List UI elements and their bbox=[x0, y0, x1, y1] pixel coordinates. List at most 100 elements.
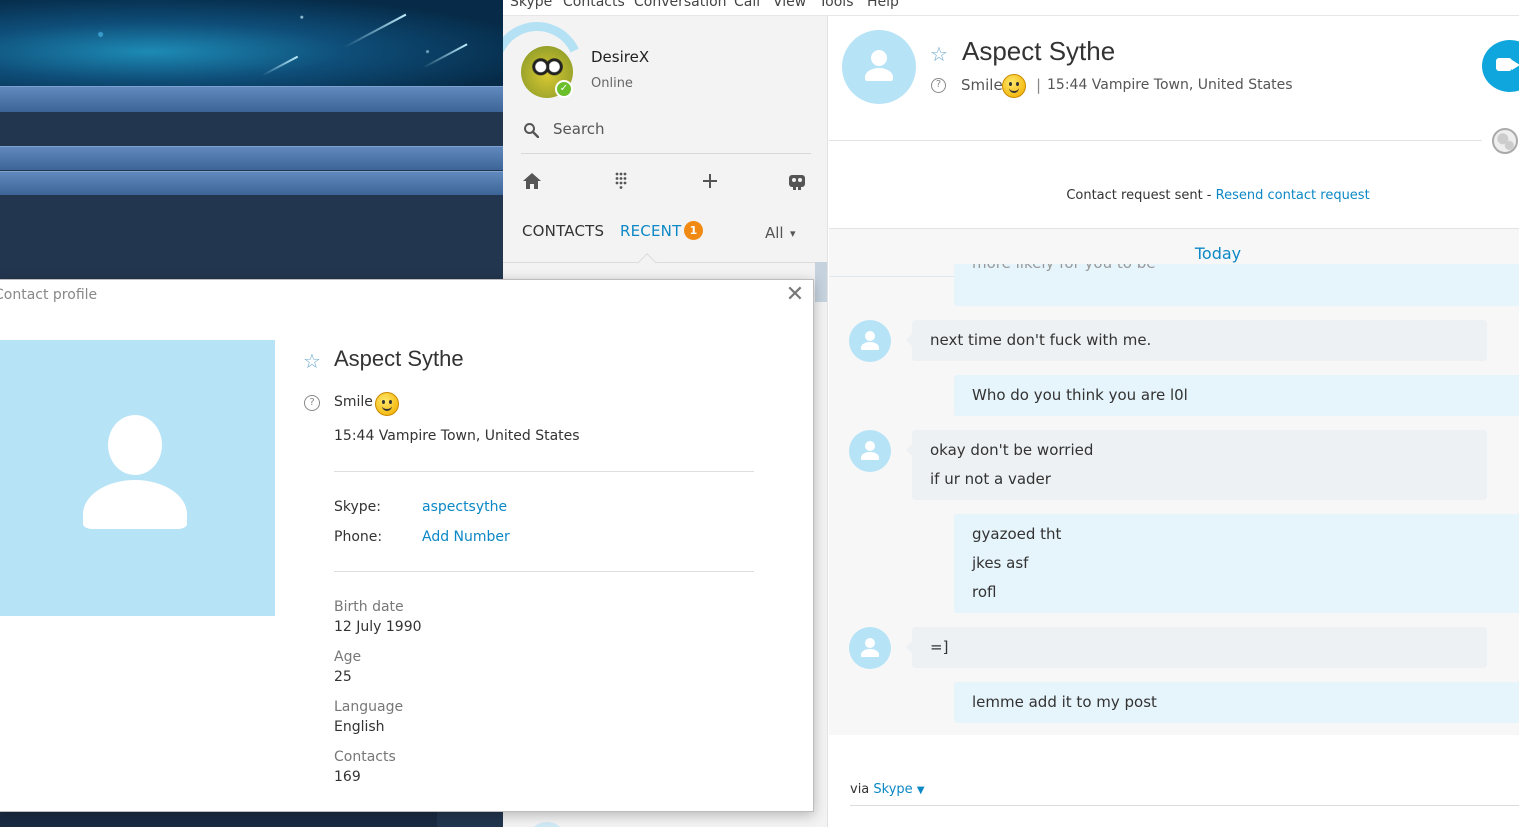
outgoing-message[interactable]: lemme add it to my post bbox=[954, 682, 1519, 723]
search-icon bbox=[524, 123, 539, 138]
person-icon bbox=[871, 50, 887, 66]
help-question-icon[interactable]: ? bbox=[931, 78, 946, 93]
person-icon bbox=[83, 480, 187, 529]
message-text: okay don't be worried bbox=[930, 441, 1094, 459]
person-icon bbox=[865, 638, 875, 648]
avatar[interactable] bbox=[849, 430, 891, 472]
incoming-message[interactable]: next time don't fuck with me. bbox=[906, 320, 1487, 361]
outgoing-message[interactable]: gyazoed tht jkes asf rofl bbox=[954, 514, 1519, 613]
bot-icon[interactable] bbox=[786, 170, 808, 192]
message-text: gyazoed tht bbox=[972, 525, 1062, 543]
faded-message: more likely for you to be bbox=[954, 264, 1519, 306]
message-text: lemme add it to my post bbox=[972, 693, 1157, 711]
favorite-star-icon[interactable]: ☆ bbox=[303, 349, 321, 373]
person-icon bbox=[861, 342, 879, 350]
composer-divider bbox=[850, 805, 1519, 806]
person-icon bbox=[861, 649, 879, 657]
wallpaper-streak bbox=[261, 55, 299, 77]
filter-dropdown[interactable]: All bbox=[765, 224, 784, 242]
age-value: 25 bbox=[334, 669, 352, 685]
favorite-star-icon[interactable]: ☆ bbox=[930, 42, 948, 66]
contact-mood: Smile bbox=[961, 76, 1003, 94]
avatar[interactable] bbox=[527, 822, 567, 827]
contacts-count-label: Contacts bbox=[334, 749, 396, 765]
message-text: rofl bbox=[972, 583, 997, 601]
smile-emoticon-icon bbox=[375, 392, 399, 416]
menu-tools[interactable]: Tools bbox=[819, 0, 854, 10]
language-value: English bbox=[334, 719, 385, 735]
message-text: jkes asf bbox=[972, 554, 1029, 572]
online-check-icon: ✓ bbox=[555, 80, 573, 98]
plus-icon[interactable] bbox=[699, 170, 721, 192]
wallpaper-streak bbox=[422, 43, 468, 69]
birth-date-label: Birth date bbox=[334, 599, 404, 615]
contact-request-notice: Contact request sent - Resend contact re… bbox=[829, 188, 1519, 203]
profile-photo bbox=[0, 340, 275, 616]
help-question-icon[interactable]: ? bbox=[304, 395, 320, 411]
message-text: Who do you think you are l0l bbox=[972, 386, 1188, 404]
message-list[interactable]: more likely for you to be next time don'… bbox=[829, 264, 1519, 734]
incoming-message[interactable]: =] bbox=[906, 627, 1487, 668]
globe-icon[interactable] bbox=[1492, 128, 1518, 154]
conversation-pane: ☆ Aspect Sythe ? Smile | 15:44 Vampire T… bbox=[829, 16, 1519, 827]
header-divider bbox=[829, 140, 1482, 141]
background-wallpaper bbox=[0, 0, 503, 86]
message-text: next time don't fuck with me. bbox=[930, 331, 1152, 349]
person-icon bbox=[108, 415, 162, 475]
via-skype-link[interactable]: Skype bbox=[873, 782, 912, 797]
tab-contacts[interactable]: CONTACTS bbox=[522, 222, 604, 240]
tab-recent[interactable]: RECENT bbox=[620, 222, 681, 240]
avatar[interactable] bbox=[849, 320, 891, 362]
home-icon[interactable] bbox=[521, 170, 543, 192]
tab-divider bbox=[503, 262, 827, 263]
my-status[interactable]: Online bbox=[591, 76, 633, 91]
person-icon bbox=[865, 68, 893, 81]
profile-mood: Smile bbox=[334, 394, 373, 410]
contact-request-text: Contact request sent - bbox=[1066, 188, 1216, 203]
via-text: via bbox=[850, 782, 874, 797]
menu-call[interactable]: Call bbox=[734, 0, 760, 10]
menu-contacts[interactable]: Contacts bbox=[563, 0, 625, 10]
chevron-down-icon[interactable]: ▾ bbox=[790, 227, 796, 240]
menu-help[interactable]: Help bbox=[867, 0, 899, 10]
smile-emoticon-icon bbox=[1002, 74, 1026, 98]
background-bar bbox=[0, 146, 503, 170]
video-call-button[interactable] bbox=[1482, 40, 1519, 92]
dialpad-icon[interactable] bbox=[610, 170, 632, 192]
avatar[interactable] bbox=[849, 627, 891, 669]
birth-date-value: 12 July 1990 bbox=[334, 619, 422, 635]
profile-divider bbox=[334, 571, 754, 572]
resend-request-link[interactable]: Resend contact request bbox=[1216, 188, 1370, 203]
incoming-message[interactable]: okay don't be worried if ur not a vader bbox=[906, 430, 1487, 500]
message-text: if ur not a vader bbox=[930, 470, 1051, 488]
background-bar bbox=[0, 171, 503, 195]
person-icon bbox=[865, 441, 875, 451]
skype-name-link[interactable]: aspectsythe bbox=[422, 499, 507, 515]
menu-skype[interactable]: Skype bbox=[510, 0, 552, 10]
day-label: Today bbox=[1194, 244, 1242, 263]
contact-profile-dialog: Contact profile ✕ ☆ Aspect Sythe ? Smile… bbox=[0, 279, 814, 812]
avatar[interactable] bbox=[842, 30, 916, 104]
background-strip bbox=[0, 810, 437, 827]
person-icon bbox=[861, 452, 879, 460]
wallpaper-streak bbox=[343, 13, 407, 49]
menu-view[interactable]: View bbox=[773, 0, 806, 10]
search-box[interactable]: Search bbox=[521, 116, 811, 154]
profile-location: 15:44 Vampire Town, United States bbox=[334, 428, 580, 444]
contacts-count-value: 169 bbox=[334, 769, 361, 785]
recent-list-scrollbar[interactable] bbox=[815, 262, 827, 302]
message-text: =] bbox=[930, 638, 949, 656]
add-number-link[interactable]: Add Number bbox=[422, 529, 510, 545]
skype-name-label: Skype: bbox=[334, 499, 381, 515]
close-icon[interactable]: ✕ bbox=[783, 283, 807, 307]
contact-name[interactable]: Aspect Sythe bbox=[962, 36, 1115, 67]
age-label: Age bbox=[334, 649, 362, 665]
my-name[interactable]: DesireX bbox=[591, 48, 649, 66]
menu-conversation[interactable]: Conversation bbox=[634, 0, 727, 10]
person-icon bbox=[865, 331, 875, 341]
profile-name: Aspect Sythe bbox=[334, 346, 464, 371]
menu-bar: Skype Contacts Conversation Call View To… bbox=[503, 0, 1519, 16]
outgoing-message[interactable]: Who do you think you are l0l bbox=[954, 375, 1519, 416]
via-selector: via Skype ▼ bbox=[850, 782, 925, 797]
chevron-down-icon[interactable]: ▼ bbox=[917, 785, 925, 796]
